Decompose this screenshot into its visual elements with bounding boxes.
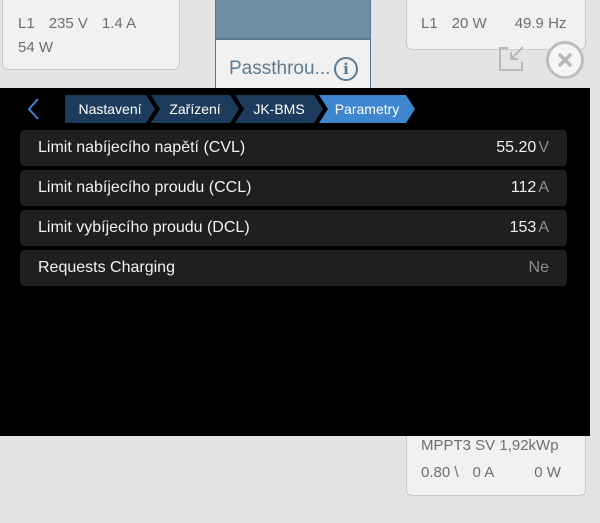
ac-output-frequency: 49.9 Hz [514,15,567,32]
param-row-dcl[interactable]: Limit vybíjecího proudu (DCL) 153 A [20,210,567,246]
passthrough-label: Passthrou... [229,58,331,79]
breadcrumb-item-parametry[interactable]: Parametry [319,95,415,123]
ac-input-card: L1 235 V 1.4 A 54 W [2,0,180,70]
param-label: Limit nabíjecího proudu (CCL) [38,179,252,196]
mppt-power: 0 W [534,464,561,481]
param-value: 55.20 V [496,130,549,166]
param-row-requests-charging[interactable]: Requests Charging Ne [20,250,567,286]
ac-input-phase: L1 [18,15,35,32]
param-label: Requests Charging [38,259,175,276]
info-icon[interactable]: i [334,57,358,81]
param-value-unit: A [538,219,549,236]
param-value-unit: A [538,179,549,196]
ac-output-line: L1 20 W 49.9 Hz [421,15,580,32]
breadcrumb-item-zarizeni[interactable]: Zařízení [151,95,239,123]
param-value-number: 153 [509,219,537,236]
parameter-list: Limit nabíjecího napětí (CVL) 55.20 V Lim… [20,130,567,290]
mppt-current: 0 A [472,464,495,481]
breadcrumb: Nastavení Zařízení JK-BMS Parametry [0,88,590,128]
mppt-card: MPPT3 SV 1,92kWp 0.80 \ 0 A 0 W [406,430,586,496]
param-row-ccl[interactable]: Limit nabíjecího proudu (CCL) 112 A [20,170,567,206]
mppt-values: 0.80 \ 0 A 0 W [421,464,575,481]
popout-icon[interactable] [496,44,526,74]
param-value-number: 112 [510,179,537,196]
param-value: Ne [529,250,549,286]
mppt-voltage: 0.80 \ [421,464,459,481]
param-label: Limit nabíjecího napětí (CVL) [38,139,246,156]
param-row-cvl[interactable]: Limit nabíjecího napětí (CVL) 55.20 V [20,130,567,166]
breadcrumb-item-jk-bms[interactable]: JK-BMS [235,95,323,123]
param-value-number: Ne [528,259,549,276]
param-value-unit: V [538,139,549,156]
back-button[interactable] [20,96,50,122]
ac-output-power: 20 W [451,15,487,32]
settings-modal: Nastavení Zařízení JK-BMS Parametry Limi… [0,88,590,436]
param-value: 153 A [510,210,549,246]
param-value: 112 A [511,170,549,206]
param-label: Limit vybíjecího proudu (DCL) [38,219,250,236]
breadcrumb-item-nastaveni[interactable]: Nastavení [65,95,155,123]
mppt-title: MPPT3 SV 1,92kWp [421,437,559,454]
param-value-number: 55.20 [496,139,537,156]
chevron-left-icon [27,98,39,120]
ac-input-voltage: 235 V [48,15,88,32]
ac-input-current: 1.4 A [101,15,137,32]
close-icon[interactable] [546,41,584,79]
ac-output-phase: L1 [421,15,438,32]
ac-input-power: 54 W [18,39,54,56]
ac-input-line1: L1 235 V 1.4 A [18,15,150,32]
